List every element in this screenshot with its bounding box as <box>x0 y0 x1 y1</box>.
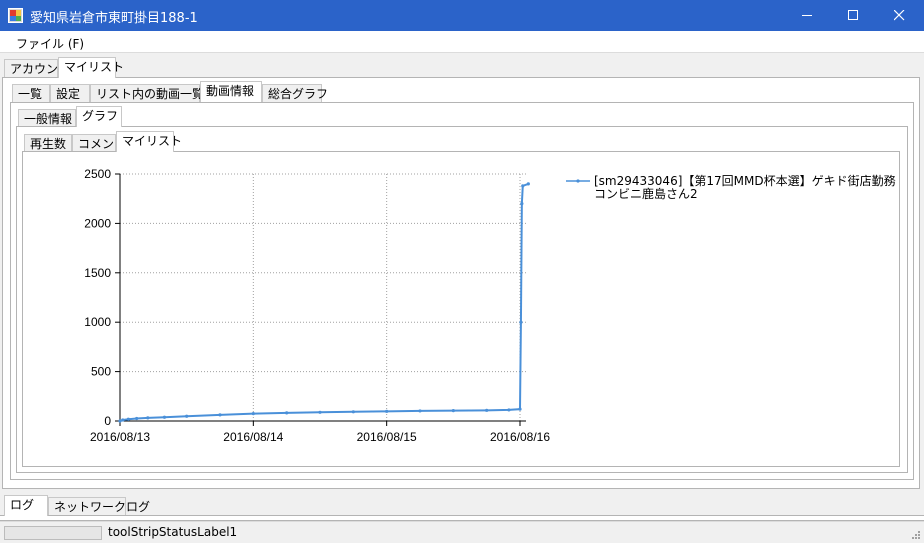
app-icon[interactable] <box>8 8 23 23</box>
mylist-chart: 0 500 1000 1500 2000 2500 2016/08/13 2016/08/14… <box>84 167 896 444</box>
tab-video-info[interactable]: 動画情報 <box>200 81 262 102</box>
close-button[interactable] <box>876 0 922 31</box>
data-point <box>526 182 530 186</box>
y-tick-label: 2000 <box>84 216 111 230</box>
data-point <box>318 410 322 414</box>
data-point <box>518 407 522 411</box>
y-tick-label: 500 <box>91 365 111 379</box>
data-point <box>385 409 389 413</box>
data-point <box>185 414 189 418</box>
data-point <box>519 320 523 324</box>
tab-list[interactable]: 一覧 <box>12 84 50 103</box>
data-point <box>126 417 130 421</box>
data-point <box>162 415 167 419</box>
legend-label: [sm29433046]【第17回MMD杯本選】ゲキド街店勤務コンビニ鹿島さん2 <box>594 174 896 201</box>
menu-file[interactable]: ファイル (F) <box>8 35 92 52</box>
data-point <box>218 413 222 417</box>
tab-mylist[interactable]: マイリスト <box>58 57 124 78</box>
data-point <box>351 410 355 414</box>
tab-account[interactable]: アカウント <box>4 59 70 78</box>
tab-graph[interactable]: グラフ <box>76 106 122 127</box>
x-tick-label: 2016/08/13 <box>90 430 150 444</box>
resize-grip-icon[interactable] <box>911 530 921 540</box>
y-tick-label: 1000 <box>84 315 111 329</box>
maximize-icon <box>847 10 858 20</box>
minimize-button[interactable] <box>784 0 830 31</box>
data-point <box>146 416 150 420</box>
legend-marker <box>576 179 580 183</box>
y-tick-label: 0 <box>104 414 111 428</box>
data-point <box>485 408 489 412</box>
data-point <box>285 411 289 415</box>
window-title: 愛知県岩倉市東町掛目188-1 <box>30 11 198 26</box>
data-point <box>251 411 255 416</box>
data-point <box>520 202 524 206</box>
tab-log[interactable]: ログ <box>4 495 48 516</box>
x-tick-label: 2016/08/15 <box>357 430 417 444</box>
tab-total-graph[interactable]: 総合グラフ <box>262 84 328 103</box>
data-point <box>451 409 455 413</box>
status-bar: toolStripStatusLabel1 <box>0 521 924 543</box>
data-point <box>135 416 139 421</box>
minimize-icon <box>801 15 812 16</box>
y-tick-label: 2500 <box>84 167 111 181</box>
series-line <box>119 182 529 422</box>
data-point <box>507 408 511 412</box>
data-point <box>521 184 525 188</box>
y-tick-label: 1500 <box>84 266 111 280</box>
data-point <box>118 419 122 423</box>
menu-bar: ファイル (F) <box>0 31 924 53</box>
close-icon <box>893 9 904 21</box>
maximize-button[interactable] <box>830 0 876 31</box>
data-point <box>121 418 125 422</box>
x-tick-label: 2016/08/14 <box>223 430 283 444</box>
status-label: toolStripStatusLabel1 <box>108 525 238 539</box>
data-point <box>418 409 422 413</box>
x-tick-label: 2016/08/16 <box>490 430 550 444</box>
tab-network-log[interactable]: ネットワークログ <box>48 497 150 516</box>
tab-settings[interactable]: 設定 <box>50 84 90 103</box>
progress-bar <box>4 526 102 540</box>
title-bar: 愛知県岩倉市東町掛目188-1 <box>0 0 924 31</box>
tab-video-list[interactable]: リスト内の動画一覧 <box>90 84 204 103</box>
tab-mylist-graph[interactable]: マイリスト <box>116 131 182 152</box>
